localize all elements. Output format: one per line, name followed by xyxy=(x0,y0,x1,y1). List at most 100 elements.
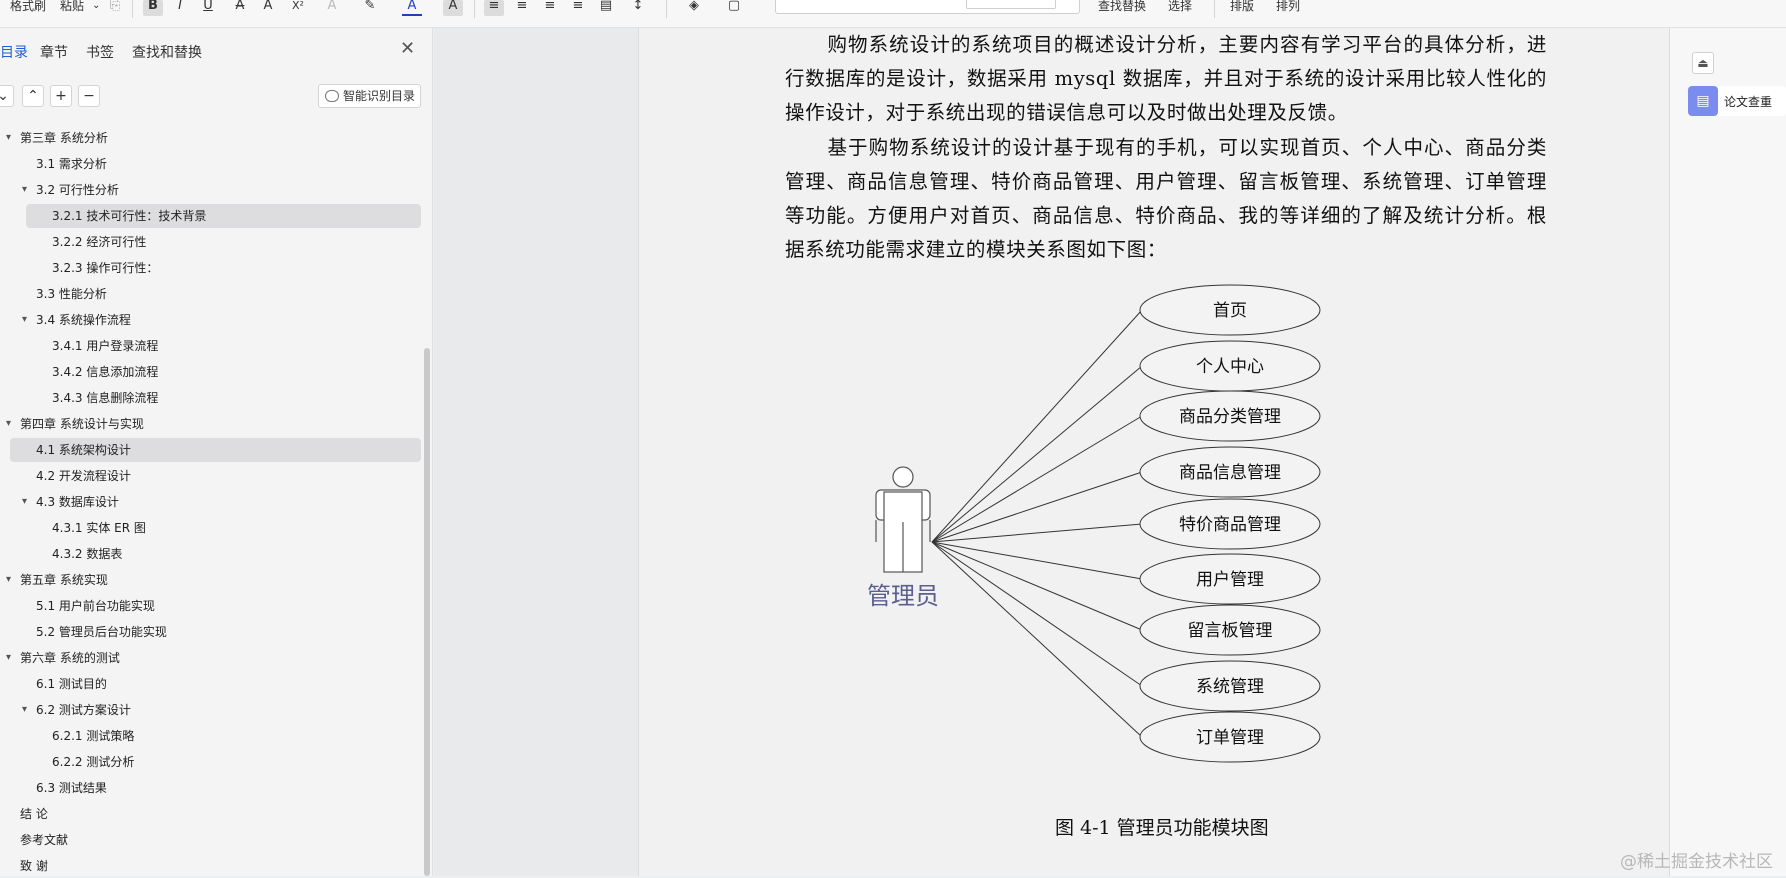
select-button[interactable]: 选择 xyxy=(1168,0,1192,12)
toc-item[interactable]: 4.3.2 数据表 xyxy=(52,542,122,566)
char-shading-button[interactable]: A xyxy=(443,0,463,16)
toc-item[interactable]: 第五章 系统实现 xyxy=(20,568,108,592)
expand-caret-icon[interactable]: ▾ xyxy=(6,652,11,663)
remove-heading-icon[interactable]: − xyxy=(78,85,100,107)
toc-item[interactable]: 4.1 系统架构设计 xyxy=(36,438,131,462)
toc-item[interactable]: 3.4 系统操作流程 xyxy=(36,308,131,332)
expand-caret-icon[interactable]: ▾ xyxy=(22,184,27,195)
module-label: 系统管理 xyxy=(1196,677,1264,697)
align-center-icon[interactable]: ≡ xyxy=(512,0,532,16)
expand-caret-icon[interactable]: ▾ xyxy=(22,314,27,325)
paragraph-overview[interactable]: 购物系统设计的系统项目的概述设计分析，主要内容有学习平台的具体分析，进行数据库的… xyxy=(785,28,1547,130)
actor-label: 管理员 xyxy=(867,582,939,610)
find-replace-button[interactable]: 查找替换 xyxy=(1098,0,1146,12)
toc-item[interactable]: 3.2.2 经济可行性 xyxy=(52,230,146,254)
bold-button[interactable]: B xyxy=(143,0,163,16)
line-spacing-icon[interactable]: ↕ xyxy=(628,0,648,16)
toc-item[interactable]: 第六章 系统的测试 xyxy=(20,646,120,670)
connector-line xyxy=(931,541,1143,580)
emphasis-button[interactable]: A xyxy=(258,0,278,16)
toc-item[interactable]: 4.3 数据库设计 xyxy=(36,490,119,514)
toc-item[interactable]: 5.1 用户前台功能实现 xyxy=(36,594,155,618)
figure-caption: 图 4-1 管理员功能模块图 xyxy=(1055,817,1269,839)
toolbar-separator xyxy=(1214,0,1215,18)
toc-item[interactable]: 5.2 管理员后台功能实现 xyxy=(36,620,167,644)
add-heading-icon[interactable]: + xyxy=(50,85,72,107)
toc-item[interactable]: 3.3 性能分析 xyxy=(36,282,107,306)
toolbar-separator xyxy=(474,0,475,18)
toc-item[interactable]: 4.3.1 实体 ER 图 xyxy=(52,516,146,540)
chevron-down-icon[interactable]: ⌄ xyxy=(0,85,14,107)
style-gallery[interactable] xyxy=(775,0,1080,14)
connector-line xyxy=(931,365,1143,543)
toc-item[interactable]: 3.2 可行性分析 xyxy=(36,178,119,202)
toc-item[interactable]: 6.1 测试目的 xyxy=(36,672,107,696)
smart-toc-button[interactable]: 智能识别目录 xyxy=(318,84,421,108)
justify-icon[interactable]: ≡ xyxy=(568,0,588,16)
expand-caret-icon[interactable]: ▾ xyxy=(6,574,11,585)
actor-figure xyxy=(875,466,931,573)
toc-item[interactable]: 3.1 需求分析 xyxy=(36,152,107,176)
italic-button[interactable]: I xyxy=(170,0,190,16)
paper-check-label: 论文查重 xyxy=(1724,95,1773,109)
toc-item[interactable]: 3.4.2 信息添加流程 xyxy=(52,360,158,384)
expand-caret-icon[interactable]: ▾ xyxy=(22,496,27,507)
toc-item[interactable]: 3.2.3 操作可行性： xyxy=(52,256,158,280)
chevron-up-icon[interactable]: ⌃ xyxy=(22,85,44,107)
tab-toc[interactable]: 目录 xyxy=(0,42,28,62)
superscript-button[interactable]: X² xyxy=(288,0,308,16)
tab-sections[interactable]: 章节 xyxy=(40,42,68,62)
toc-item[interactable]: 6.2 测试方案设计 xyxy=(36,698,131,722)
toc-scrollbar[interactable] xyxy=(424,348,430,876)
tab-find-replace[interactable]: 查找和替换 xyxy=(132,42,202,62)
right-task-pane: ⏏ ▤ 论文查重 xyxy=(1670,28,1786,876)
shading-icon[interactable]: ◈ xyxy=(684,0,704,16)
strikethrough-button[interactable]: A xyxy=(230,0,250,16)
module-label: 商品信息管理 xyxy=(1179,463,1281,483)
format-brush-button[interactable]: 格式刷 xyxy=(10,0,46,12)
tab-bookmarks[interactable]: 书签 xyxy=(86,42,114,62)
toc-item[interactable]: 参考文献 xyxy=(20,828,68,852)
toc-item[interactable]: 6.3 测试结果 xyxy=(36,776,107,800)
toc-item[interactable]: 3.2.1 技术可行性：技术背景 xyxy=(52,204,206,228)
navigation-pane: 目录 章节 书签 查找和替换 ✕ ⌄ ⌃ + − 智能识别目录 ▾ 第三章 系统分… xyxy=(0,28,433,876)
expand-caret-icon[interactable]: ▾ xyxy=(6,132,11,143)
arrange-button[interactable]: 排列 xyxy=(1276,0,1300,12)
font-color-button[interactable]: A xyxy=(402,0,422,16)
paragraph-features[interactable]: 基于购物系统设计的设计基于现有的手机，可以实现首页、个人中心、商品分类管理、商品… xyxy=(785,131,1547,267)
paragraph-overview-text: 购物系统设计的系统项目的概述设计分析，主要内容有学习平台的具体分析，进行数据库的… xyxy=(785,33,1547,124)
distribute-icon[interactable]: ▤ xyxy=(596,0,616,16)
toc-item[interactable]: 6.2.1 测试策略 xyxy=(52,724,134,748)
close-icon[interactable]: ✕ xyxy=(400,38,415,59)
border-icon[interactable]: ▢ xyxy=(724,0,744,16)
text-effect-button[interactable]: A xyxy=(322,0,342,16)
align-left-icon[interactable]: ≡ xyxy=(484,0,504,16)
clear-format-icon[interactable]: ⎘ xyxy=(105,0,125,16)
toc-item[interactable]: 致 谢 xyxy=(20,854,48,878)
module-label: 首页 xyxy=(1213,301,1247,321)
module-label: 留言板管理 xyxy=(1188,621,1273,641)
paste-button[interactable]: 粘贴 xyxy=(60,0,84,12)
typesetting-button[interactable]: 排版 xyxy=(1230,0,1254,12)
smart-toc-label: 智能识别目录 xyxy=(343,89,416,103)
document-check-icon: ▤ xyxy=(1688,86,1718,116)
toc-item[interactable]: 4.2 开发流程设计 xyxy=(36,464,131,488)
module-label: 订单管理 xyxy=(1196,728,1264,748)
expand-caret-icon[interactable]: ▾ xyxy=(22,704,27,715)
style-gallery-item[interactable] xyxy=(966,0,1056,9)
collapse-panel-icon[interactable]: ⏏ xyxy=(1692,52,1714,74)
highlight-button[interactable]: ✎ xyxy=(360,0,380,16)
toc-item[interactable]: 3.4.1 用户登录流程 xyxy=(52,334,158,358)
expand-caret-icon[interactable]: ▾ xyxy=(6,418,11,429)
toc-item[interactable]: 第三章 系统分析 xyxy=(20,126,108,150)
paper-check-button[interactable]: ▤ 论文查重 xyxy=(1688,86,1786,116)
toc-item[interactable]: 6.2.2 测试分析 xyxy=(52,750,134,774)
underline-button[interactable]: U xyxy=(198,0,218,16)
toc-item[interactable]: 第四章 系统设计与实现 xyxy=(20,412,144,436)
module-label: 商品分类管理 xyxy=(1179,407,1281,427)
toc-item[interactable]: 3.4.3 信息删除流程 xyxy=(52,386,158,410)
smart-toc-icon xyxy=(325,90,339,102)
align-right-icon[interactable]: ≡ xyxy=(540,0,560,16)
toc-item[interactable]: 结 论 xyxy=(20,802,48,826)
paste-dropdown-icon[interactable]: ⌄ xyxy=(92,0,100,12)
